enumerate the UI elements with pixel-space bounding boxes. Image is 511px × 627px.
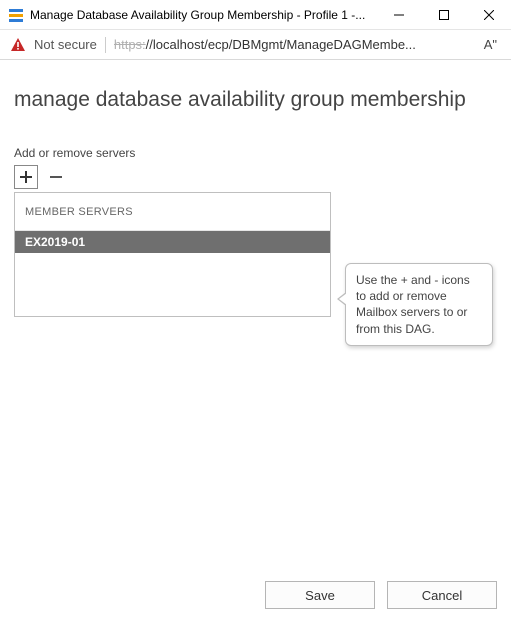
save-button[interactable]: Save (265, 581, 375, 609)
page-content: manage database availability group membe… (0, 60, 511, 627)
grid-body: EX2019-01 (15, 231, 330, 316)
window-maximize-button[interactable] (421, 0, 466, 30)
url-text[interactable]: https://localhost/ecp/DBMgmt/ManageDAGMe… (114, 37, 472, 52)
window-minimize-button[interactable] (376, 0, 421, 30)
server-toolbar (14, 164, 497, 190)
section-label: Add or remove servers (14, 146, 497, 160)
member-servers-grid: MEMBER SERVERS EX2019-01 (14, 192, 331, 317)
url-protocol: https: (114, 37, 146, 52)
grid-header: MEMBER SERVERS (15, 193, 330, 231)
not-secure-icon (10, 37, 26, 53)
address-divider (105, 37, 106, 53)
dialog-footer: Save Cancel (265, 581, 497, 609)
help-callout: Use the + and - icons to add or remove M… (345, 263, 493, 346)
add-server-button[interactable] (14, 165, 38, 189)
window-title: Manage Database Availability Group Membe… (30, 8, 376, 22)
reading-view-button[interactable]: A" (480, 37, 501, 52)
window-close-button[interactable] (466, 0, 511, 30)
table-row[interactable]: EX2019-01 (15, 231, 330, 253)
not-secure-label: Not secure (34, 37, 97, 52)
remove-server-button[interactable] (44, 165, 68, 189)
url-path: //localhost/ecp/DBMgmt/ManageDAGMembe... (146, 37, 416, 52)
window-titlebar: Manage Database Availability Group Membe… (0, 0, 511, 30)
address-bar: Not secure https://localhost/ecp/DBMgmt/… (0, 30, 511, 60)
callout-text: Use the + and - icons to add or remove M… (356, 273, 470, 336)
cancel-button[interactable]: Cancel (387, 581, 497, 609)
app-icon (8, 7, 24, 23)
page-title: manage database availability group membe… (14, 88, 497, 112)
